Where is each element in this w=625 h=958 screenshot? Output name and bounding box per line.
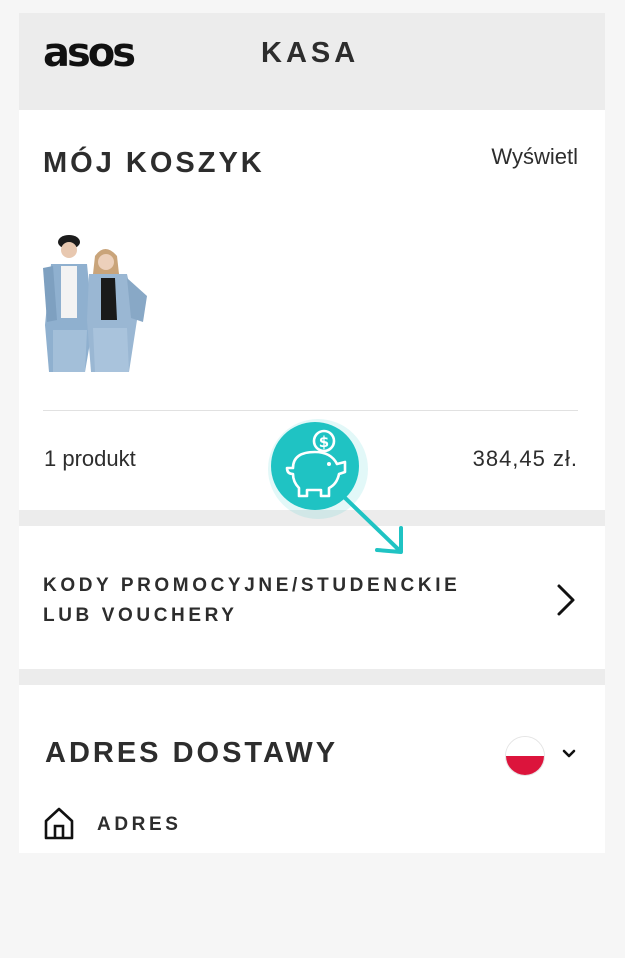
promo-codes-label: KODY PROMOCYJNE/STUDENCKIE LUB VOUCHERY [43,571,460,631]
promo-line-1: KODY PROMOCYJNE/STUDENCKIE [43,575,461,596]
pointer-arrow-icon [339,492,403,554]
svg-text:$: $ [319,433,329,451]
product-count: 1 produkt [44,446,136,471]
chevron-down-icon[interactable] [562,749,576,759]
cart-title: MÓJ KOSZYK [43,147,265,179]
cart-total: 384,45 zł. [472,446,578,471]
home-icon [44,807,74,840]
section-gap [19,669,605,685]
view-cart-link[interactable]: Wyświetl [491,144,578,170]
promo-codes-row[interactable]: KODY PROMOCYJNE/STUDENCKIE LUB VOUCHERY [19,526,605,669]
cart-divider [43,410,578,411]
chevron-right-icon[interactable] [555,583,577,617]
page-title: KASA [261,37,360,69]
top-bar: asos KASA [19,13,605,110]
address-label[interactable]: ADRES [97,814,182,836]
delivery-address-section: ADRES DOSTAWY ADRES [19,685,605,853]
promo-line-2: LUB VOUCHERY [43,605,238,626]
delivery-title: ADRES DOSTAWY [45,737,339,769]
product-thumbnail[interactable] [43,230,151,372]
poland-flag-icon[interactable] [505,736,545,776]
asos-logo[interactable]: asos [43,33,136,73]
